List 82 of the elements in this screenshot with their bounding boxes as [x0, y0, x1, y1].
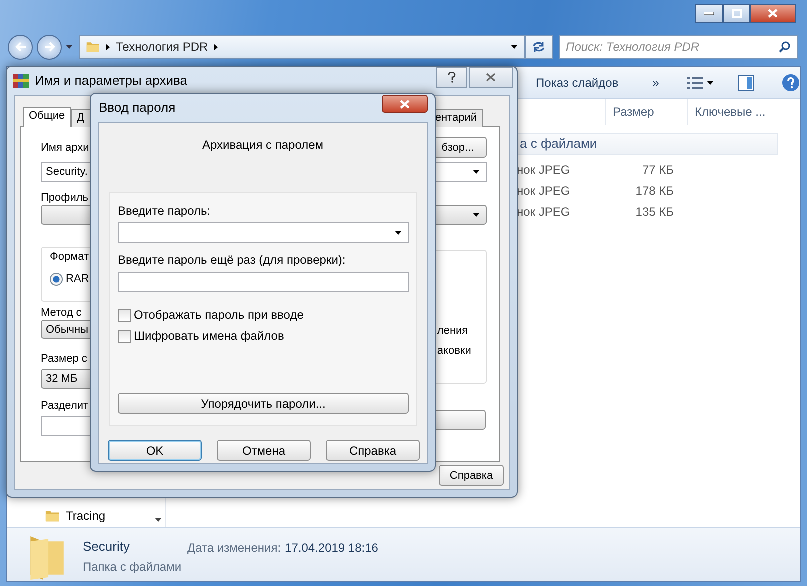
help-icon: [448, 72, 456, 83]
file-kind: Папка с файлами: [83, 560, 182, 574]
tab[interactable]: Д: [71, 109, 91, 127]
column-header[interactable]: Ключевые ...: [687, 99, 772, 125]
checkbox-label: Отображать пароль при вводе: [134, 308, 304, 322]
radio-button[interactable]: [50, 272, 63, 286]
file-type: нок JPEG: [516, 162, 572, 176]
close-button[interactable]: [469, 67, 513, 88]
close-icon: [768, 9, 778, 18]
field-label: Разделит: [41, 400, 89, 412]
close-button[interactable]: [382, 95, 428, 113]
archive-app-icon: [13, 74, 29, 88]
dropdown-arrow-icon[interactable]: [511, 45, 518, 49]
scroll-down-icon[interactable]: [155, 518, 162, 522]
field-label: Имя архи: [41, 140, 90, 154]
folder-icon: [45, 509, 60, 523]
option-label: аковки: [437, 345, 472, 357]
nav-item[interactable]: Tracing: [7, 509, 165, 527]
help-button[interactable]: Справка: [439, 465, 504, 486]
maximize-icon: [732, 9, 742, 18]
date-value: 17.04.2019 18:16: [285, 541, 378, 555]
confirm-password-field[interactable]: [118, 272, 409, 292]
maximize-button[interactable]: [723, 4, 750, 23]
folder-icon: [86, 40, 100, 54]
view-list-icon: [687, 76, 704, 90]
group-header[interactable]: а с файлами: [515, 133, 778, 155]
file-type: нок JPEG: [516, 204, 572, 218]
address-bar[interactable]: Технология PDR: [79, 35, 525, 59]
pane-icon: [738, 74, 754, 90]
toolbar-item[interactable]: Показ слайдов: [534, 76, 621, 90]
date-label: Дата изменения:: [188, 541, 282, 555]
window-title: Ввод пароля: [99, 101, 176, 115]
tab[interactable]: Общие: [23, 107, 72, 127]
dialog-button[interactable]: Отмена: [217, 440, 311, 461]
column-header[interactable]: Размер: [605, 99, 687, 125]
radio-label: RAR: [66, 272, 90, 286]
dialog-heading: Архивация с паролем: [202, 138, 324, 152]
file-type: нок JPEG: [516, 184, 572, 198]
checkbox[interactable]: [118, 330, 131, 342]
view-button[interactable]: [685, 76, 716, 90]
breadcrumb[interactable]: Технология PDR: [116, 40, 208, 54]
dropdown-arrow-icon: [707, 80, 714, 84]
search-icon: [779, 41, 791, 53]
chevron-right-icon[interactable]: [106, 44, 110, 50]
refresh-button[interactable]: [525, 35, 553, 59]
dialog-button[interactable]: OK: [108, 440, 202, 461]
file-size: 135 КБ: [634, 204, 674, 218]
help-button[interactable]: [436, 67, 467, 88]
password-field[interactable]: [118, 222, 409, 243]
preview-pane-button[interactable]: [736, 74, 756, 90]
more-button[interactable]: »: [650, 76, 662, 90]
checkbox-label: Шифровать имена файлов: [134, 329, 284, 343]
close-icon: [486, 73, 496, 82]
option-label: ления: [437, 325, 468, 337]
history-dropdown-icon[interactable]: [66, 45, 73, 49]
dropdown-arrow-icon: [395, 230, 402, 234]
file-name: Security: [83, 540, 131, 554]
dropdown-arrow-icon: [473, 170, 480, 174]
group-label: Формат: [50, 251, 90, 263]
manage-passwords-button[interactable]: Упорядочить пароли...: [118, 393, 409, 414]
close-icon: [400, 100, 410, 108]
field-label: Введите пароль:: [118, 204, 211, 218]
field-label: Введите пароль ещё раз (для проверки):: [118, 253, 346, 267]
field-label: Метод с: [41, 307, 82, 319]
close-button[interactable]: [750, 4, 796, 23]
back-button[interactable]: [8, 34, 33, 60]
field-label: Профиль: [41, 192, 88, 204]
back-arrow-icon: [14, 42, 26, 52]
window-title: Имя и параметры архива: [35, 74, 188, 88]
file-size: 178 КБ: [634, 184, 674, 198]
file-size: 77 КБ: [641, 162, 674, 176]
checkbox[interactable]: [118, 308, 131, 322]
field-label: Размер с: [41, 353, 88, 365]
minimize-icon: [704, 12, 714, 15]
dialog-button[interactable]: Справка: [326, 440, 420, 461]
forward-button[interactable]: [37, 34, 62, 60]
forward-arrow-icon: [44, 42, 56, 52]
refresh-icon: [532, 41, 546, 53]
chevron-right-icon[interactable]: [214, 44, 218, 50]
help-button[interactable]: [780, 74, 802, 92]
dropdown-arrow-icon: [473, 213, 480, 217]
minimize-button[interactable]: [695, 4, 723, 23]
